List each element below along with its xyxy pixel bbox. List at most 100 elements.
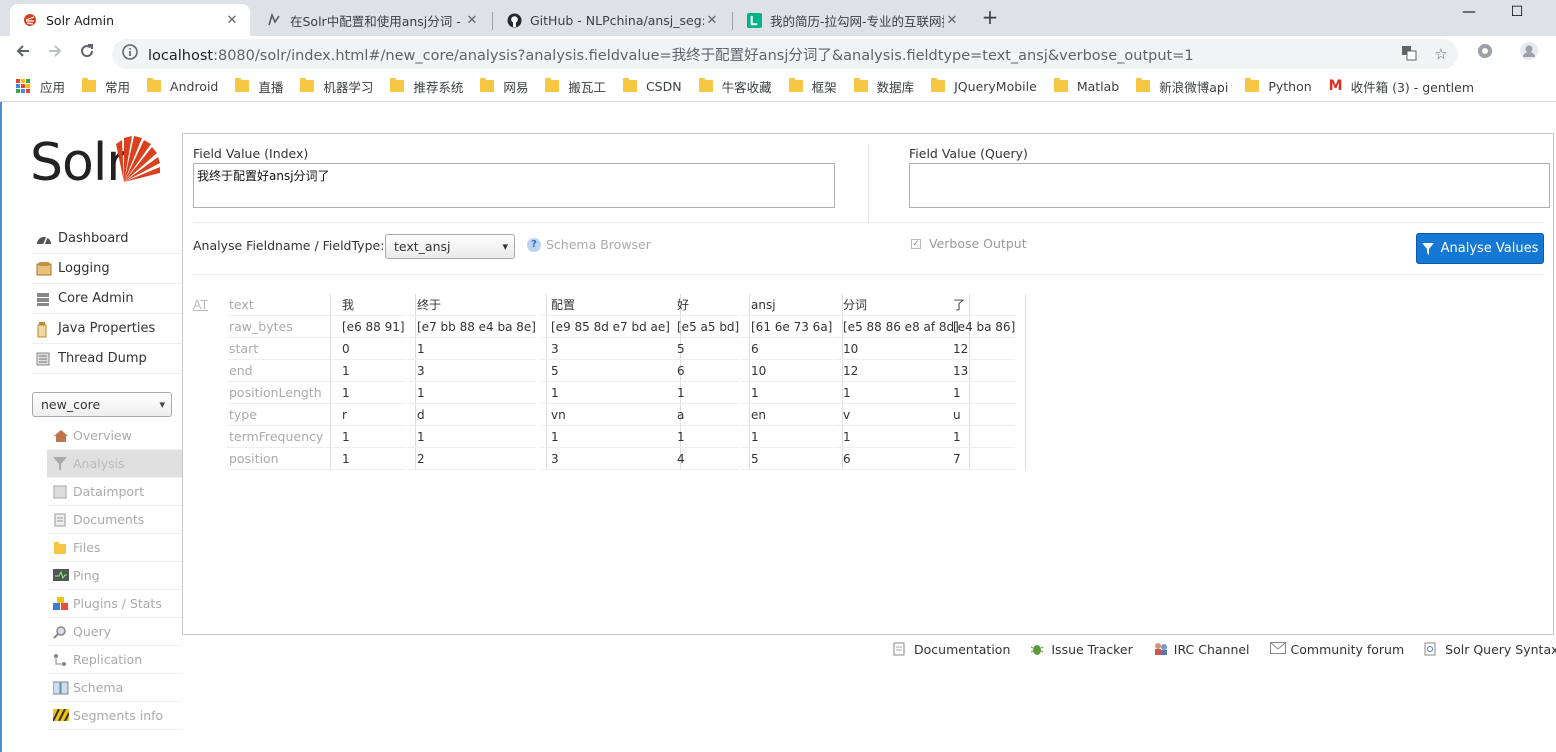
token-value: 6 xyxy=(741,338,833,360)
dashboard-icon xyxy=(36,232,54,246)
field-value-index-input[interactable]: 我终于配置好ansj分词了 xyxy=(193,163,835,208)
close-icon[interactable]: ✕ xyxy=(224,13,240,28)
tab-lagou[interactable]: 我的简历-拉勾网-专业的互联网招 ✕ xyxy=(734,4,970,36)
query-syntax-icon xyxy=(1424,642,1438,656)
verbose-output-checkbox[interactable]: ✓ Verbose Output xyxy=(911,236,1027,251)
extension-icon[interactable] xyxy=(1472,41,1498,67)
bookmark-item[interactable]: 搬瓦工 xyxy=(545,77,606,96)
core-menu-item-overview[interactable]: Overview xyxy=(47,422,182,450)
core-menu-item-query[interactable]: Query xyxy=(47,618,182,646)
bookmark-item[interactable]: 推荐系统 xyxy=(390,77,463,96)
core-admin-icon xyxy=(36,292,54,306)
token-value: 1 xyxy=(332,448,405,470)
core-menu-item-files[interactable]: Files xyxy=(47,534,182,562)
footer-link-issue-tracker[interactable]: Issue Tracker xyxy=(1030,642,1133,657)
bookmark-item[interactable]: 直播 xyxy=(235,77,283,96)
attribute-name: end xyxy=(227,360,330,382)
back-button[interactable] xyxy=(10,41,36,67)
token-value: vn xyxy=(541,404,670,426)
bookmark-item[interactable]: 机器学习 xyxy=(300,77,373,96)
dataimport-icon xyxy=(53,485,69,499)
token-value: en xyxy=(741,404,833,426)
nav-item-core-admin[interactable]: Core Admin xyxy=(32,284,182,314)
bookmark-item[interactable]: M 收件箱 (3) - gentlem xyxy=(1329,77,1474,96)
bookmark-item[interactable]: CSDN xyxy=(622,78,682,94)
nav-item-logging[interactable]: Logging xyxy=(32,254,182,284)
bookmark-label: 数据库 xyxy=(876,79,915,95)
bookmark-item[interactable]: 网易 xyxy=(480,77,528,96)
core-menu-item-schema[interactable]: Schema xyxy=(47,674,182,702)
core-menu-item-segments-info[interactable]: Segments info xyxy=(47,702,182,730)
translate-icon[interactable] xyxy=(1400,45,1418,63)
core-menu-item-analysis[interactable]: Analysis xyxy=(47,450,182,478)
token-column: 配置 [e9 85 8d e7 bd ae] 3 5 1 vn 1 3 xyxy=(541,294,681,470)
token-column: 终于 [e7 bb 88 e4 ba 8e] 1 3 1 d 1 2 xyxy=(407,294,547,470)
core-menu-label: Ping xyxy=(73,568,100,583)
field-value-query-input[interactable] xyxy=(909,163,1550,208)
column-divider xyxy=(868,144,869,224)
footer-link-solr-query-syntax[interactable]: Solr Query Syntax xyxy=(1424,642,1556,657)
close-icon[interactable]: ✕ xyxy=(944,13,960,28)
bookmark-item[interactable]: Matlab xyxy=(1053,78,1119,94)
footer-link-label: Solr Query Syntax xyxy=(1445,641,1556,657)
core-menu-item-plugins-stats[interactable]: Plugins / Stats xyxy=(47,590,182,618)
solr-logo[interactable]: Solr xyxy=(30,133,160,193)
bookmark-star-icon[interactable]: ☆ xyxy=(1432,45,1450,63)
folder-icon xyxy=(390,78,405,92)
attribute-name: position xyxy=(227,448,330,470)
core-menu-item-dataimport[interactable]: Dataimport xyxy=(47,478,182,506)
nav-item-dashboard[interactable]: Dashboard xyxy=(32,224,182,254)
tab-solr-admin[interactable]: Solr Admin ✕ xyxy=(10,4,250,36)
forward-button[interactable] xyxy=(42,41,68,67)
footer-link-community-forum[interactable]: Community forum xyxy=(1269,642,1404,657)
url-text: localhost:8080/solr/index.html#/new_core… xyxy=(148,44,1194,65)
reload-button[interactable] xyxy=(74,41,100,67)
tab-ansj-blog[interactable]: 在Solr中配置和使用ansj分词 - 零 ✕ xyxy=(254,4,490,36)
nav-item-java-properties[interactable]: Java Properties xyxy=(32,314,182,344)
bookmark-item[interactable]: Android xyxy=(147,78,218,94)
bookmark-item[interactable]: 应用 xyxy=(16,77,65,96)
bookmark-item[interactable]: 数据库 xyxy=(853,77,915,96)
close-icon[interactable]: ✕ xyxy=(464,13,480,28)
footer-link-documentation[interactable]: Documentation xyxy=(893,642,1010,657)
bookmark-item[interactable]: Python xyxy=(1245,78,1312,94)
fieldtype-select[interactable]: text_ansj xyxy=(385,234,515,259)
schema-browser-link[interactable]: ? Schema Browser xyxy=(527,237,651,252)
fieldtype-label: Analyse Fieldname / FieldType: xyxy=(193,238,385,253)
nav-item-thread-dump[interactable]: Thread Dump xyxy=(32,344,182,374)
help-icon: ? xyxy=(527,237,541,252)
bookmark-item[interactable]: 牛客收藏 xyxy=(698,77,772,96)
bookmark-item[interactable]: JQueryMobile xyxy=(931,78,1037,94)
close-icon[interactable]: ✕ xyxy=(704,13,720,28)
footer-link-irc-channel[interactable]: IRC Channel xyxy=(1153,642,1250,657)
core-selector[interactable]: new_core xyxy=(32,392,172,417)
checkbox-icon[interactable]: ✓ xyxy=(911,238,921,249)
core-menu-item-ping[interactable]: Ping xyxy=(47,562,182,590)
bookmark-item[interactable]: 常用 xyxy=(82,77,130,96)
new-tab-button[interactable]: + xyxy=(978,6,1002,30)
filter-icon xyxy=(1421,242,1434,255)
token-value: [61 6e 73 6a] xyxy=(741,316,833,338)
minimize-button[interactable]: — xyxy=(1446,0,1492,30)
token-value: [e5 88 86 e8 af 8d] xyxy=(833,316,959,338)
core-menu-item-documents[interactable]: Documents xyxy=(47,506,182,534)
token-value: 0 xyxy=(332,338,405,360)
url-host: localhost xyxy=(148,47,214,64)
token-value: 10 xyxy=(741,360,833,382)
bookmark-item[interactable]: 框架 xyxy=(788,77,837,96)
bookmark-item[interactable]: 新浪微博api xyxy=(1136,77,1228,96)
files-icon xyxy=(53,541,69,555)
core-menu-item-replication[interactable]: Replication xyxy=(47,646,182,674)
maximize-button[interactable]: ☐ xyxy=(1494,0,1540,30)
profile-avatar-icon[interactable] xyxy=(1516,41,1542,67)
irc-icon xyxy=(1153,642,1167,656)
info-icon[interactable] xyxy=(122,44,138,64)
bookmarks-bar: 应用 常用 Android 直播 机器学习 推荐系统 网易 搬瓦工 CSDN 牛客收藏 框架 数据库 J… xyxy=(0,72,1556,100)
at-tokenizer-label[interactable]: AT xyxy=(193,297,208,312)
address-bar[interactable]: localhost:8080/solr/index.html#/new_core… xyxy=(112,39,1458,69)
token-value: a xyxy=(667,404,740,426)
analyse-values-button[interactable]: Analyse Values xyxy=(1416,233,1544,264)
tab-github[interactable]: GitHub - NLPchina/ansj_seg: a ✕ xyxy=(494,4,730,36)
token-value: 5 xyxy=(541,360,670,382)
token-value: 7 xyxy=(943,448,1016,470)
